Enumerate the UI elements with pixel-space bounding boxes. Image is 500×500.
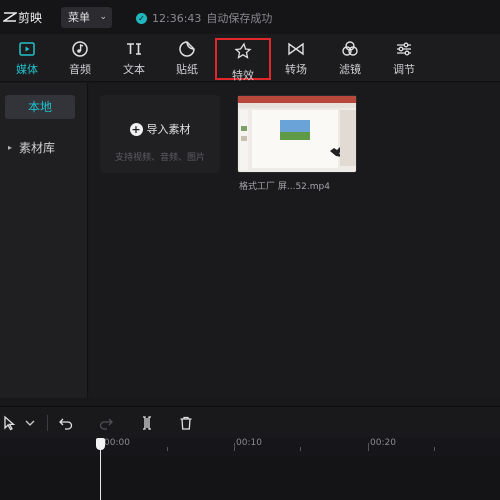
sidebar-item-local[interactable]: 本地 [5,95,75,119]
tab-label: 转场 [285,63,307,76]
ruler-tick [300,447,301,451]
import-media-button[interactable]: + 导入素材 支持视频、音频、图片 [100,95,220,173]
redo-icon[interactable] [98,415,114,431]
save-text: 自动保存成功 [206,12,273,25]
check-circle-icon: ✓ [136,12,147,24]
delete-icon[interactable] [178,415,194,431]
ruler-label: 00:20 [370,438,396,448]
ruler-tick [167,447,168,451]
tab-filter[interactable]: 滤镜 [323,34,377,82]
timeline-ruler[interactable]: 00:00 00:10 00:20 [0,438,500,456]
app-name: 剪映 [18,11,43,25]
undo-icon[interactable] [58,415,74,431]
asset-toolbar: 媒体 音频 文本 贴纸 特效 转场 滤镜 调节 [0,34,500,82]
tab-transition[interactable]: 转场 [269,34,323,82]
tab-label: 文本 [123,63,145,76]
tab-label: 音频 [69,63,91,76]
tab-label: 媒体 [16,63,38,76]
split-icon[interactable] [139,415,155,431]
ruler-tick [234,443,235,451]
effects-icon [217,40,269,66]
chevron-down-icon: ⌄ [99,12,107,22]
triangle-right-icon: ▸ [8,143,13,152]
tab-label: 特效 [232,69,254,82]
tab-adjust[interactable]: 调节 [377,34,431,82]
media-file-item[interactable] [237,95,357,175]
media-file-name: 格式工厂 屏...52.mp4 [239,182,330,192]
import-title: + 导入素材 [100,121,220,137]
media-icon [0,34,54,60]
video-thumbnail [237,95,357,173]
toolbar-divider [47,415,48,431]
ruler-label: 00:10 [236,438,262,448]
media-sidebar: 本地 ▸ 素材库 [0,83,88,398]
timeline-toolbar [0,406,500,438]
sidebar-item-library[interactable]: ▸ 素材库 [5,136,75,160]
filter-icon [323,34,377,60]
sidebar-item-label: 素材库 [19,141,56,155]
tab-label: 滤镜 [339,63,361,76]
tab-label: 调节 [393,63,415,76]
import-label: 导入素材 [146,123,191,136]
tab-audio[interactable]: 音频 [53,34,107,82]
audio-icon [53,34,107,60]
tab-media[interactable]: 媒体 [0,34,54,82]
tab-sticker[interactable]: 贴纸 [160,34,214,82]
save-time: 12:36:43 [152,11,202,25]
ruler-tick [368,443,369,451]
title-bar: 剪映 菜单 ⌄ ✓ 12:36:43 自动保存成功 [0,0,500,34]
menu-label: 菜单 [68,11,90,24]
ruler-tick [434,447,435,451]
playhead-handle[interactable] [96,438,105,450]
adjust-icon [377,34,431,60]
save-status: ✓ 12:36:43 自动保存成功 [136,10,272,26]
sticker-icon [160,34,214,60]
chevron-down-icon[interactable] [22,415,38,431]
capcut-logo-icon [3,12,17,22]
tab-effects[interactable]: 特效 [215,38,271,82]
plus-icon: + [129,123,143,136]
text-icon [107,34,161,60]
tab-text[interactable]: 文本 [107,34,161,82]
import-hint: 支持视频、音频、图片 [114,153,205,163]
playhead-line [100,444,101,500]
select-cursor-icon[interactable] [2,415,18,431]
menu-button[interactable]: 菜单 ⌄ [61,7,112,28]
sidebar-item-label: 本地 [27,100,52,114]
transition-icon [269,34,323,60]
tab-label: 贴纸 [176,63,198,76]
timeline-track-area[interactable] [0,456,500,500]
media-panel: + 导入素材 支持视频、音频、图片 格式工厂 屏...52.mp4 [89,83,500,398]
ruler-label: 00:00 [104,438,130,448]
